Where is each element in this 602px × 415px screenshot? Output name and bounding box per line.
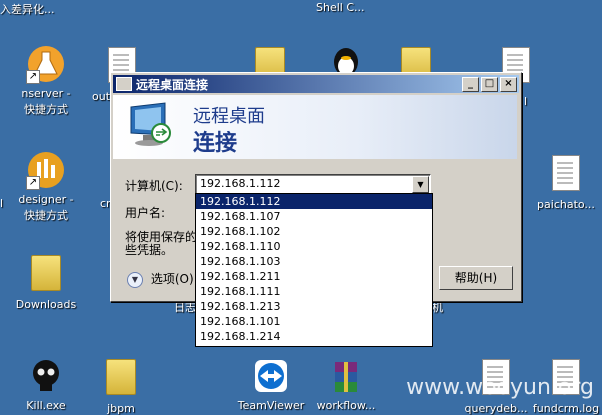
skull-icon — [26, 356, 66, 396]
icon-label: Downloads — [15, 298, 77, 311]
desktop-icon-kill[interactable]: Kill.exe — [8, 356, 84, 412]
icon-label: jbpm — [107, 402, 135, 415]
icon-label: querydeb... — [464, 402, 528, 415]
minimize-button[interactable]: _ — [462, 76, 479, 92]
desktop-icon-downloads[interactable]: Downloads — [8, 252, 84, 311]
dropdown-option[interactable]: 192.168.1.101 — [196, 314, 432, 329]
computer-dropdown-list[interactable]: 192.168.1.112 192.168.1.107 192.168.1.10… — [195, 193, 433, 347]
maximize-button[interactable]: □ — [481, 76, 498, 92]
teamviewer-icon — [251, 356, 291, 396]
desktop-label-fragment: cr — [100, 197, 111, 210]
desktop-label-fragment: l — [0, 197, 4, 210]
dropdown-option[interactable]: 192.168.1.102 — [196, 224, 432, 239]
watermark: www.wooyun.org — [406, 375, 594, 400]
desktop-icon-designer[interactable]: ↗ designer - 快捷方式 — [8, 150, 84, 222]
icon-label: paichato... — [537, 198, 595, 211]
chevron-down-icon[interactable]: ▼ — [412, 176, 429, 193]
icon-label: Kill.exe — [26, 399, 66, 412]
close-button[interactable]: × — [500, 76, 517, 92]
downloads-folder-icon — [26, 255, 66, 295]
desktop-label-fragment: 入差异化... — [0, 3, 55, 16]
desktop-icon-workflow[interactable]: workflow... — [308, 356, 384, 412]
chevron-down-icon: ▼ — [127, 271, 143, 288]
dialog-banner: 远程桌面 连接 — [113, 95, 517, 159]
desktop-icon-paichato[interactable]: paichato... — [528, 152, 602, 211]
icon-label: 快捷方式 — [24, 103, 68, 116]
saved-credentials-text: 些凭据。 — [125, 243, 174, 257]
dropdown-option[interactable]: 192.168.1.107 — [196, 209, 432, 224]
help-button[interactable]: 帮助(H) — [439, 266, 513, 290]
dialog-title: 远程桌面连接 — [136, 77, 209, 92]
computer-label: 计算机(C): — [125, 179, 183, 193]
icon-label: fundcrm.log — [532, 402, 600, 415]
dropdown-option[interactable]: 192.168.1.110 — [196, 239, 432, 254]
options-toggle[interactable]: ▼ 选项(O) — [127, 270, 194, 288]
flask-shortcut-icon: ↗ — [26, 44, 66, 84]
desktop-label-fragment: Shell C... — [316, 1, 365, 14]
document-icon — [546, 155, 586, 195]
desktop-icon-nserver[interactable]: ↗ nserver - 快捷方式 — [8, 44, 84, 116]
designer-shortcut-icon: ↗ — [26, 150, 66, 190]
dropdown-option[interactable]: 192.168.1.214 — [196, 329, 432, 344]
winrar-icon — [326, 356, 366, 396]
options-label: 选项(O) — [150, 272, 194, 286]
icon-label: TeamViewer — [237, 399, 305, 412]
desktop-icon-teamviewer[interactable]: TeamViewer — [233, 356, 309, 412]
dropdown-option[interactable]: 192.168.1.211 — [196, 269, 432, 284]
dialog-titlebar[interactable]: 远程桌面连接 _ □ × — [113, 75, 519, 93]
username-label: 用户名: — [125, 206, 166, 220]
dropdown-option[interactable]: 192.168.1.112 — [196, 194, 432, 209]
dropdown-option[interactable]: 192.168.1.213 — [196, 299, 432, 314]
monitor-icon — [127, 101, 173, 149]
desktop-label-fragment: l — [524, 95, 528, 108]
icon-label: workflow... — [316, 399, 376, 412]
folder-icon — [101, 359, 141, 399]
icon-label: designer - — [18, 193, 74, 206]
icon-label: 快捷方式 — [24, 209, 68, 222]
computer-combobox[interactable]: 192.168.1.112 ▼ — [195, 174, 431, 194]
desktop-icon-jbpm[interactable]: jbpm — [83, 356, 159, 415]
icon-label: nserver - — [21, 87, 71, 100]
dropdown-option[interactable]: 192.168.1.103 — [196, 254, 432, 269]
banner-title-line2: 连接 — [193, 131, 238, 156]
computer-value: 192.168.1.112 — [200, 177, 281, 190]
dropdown-option[interactable]: 192.168.1.111 — [196, 284, 432, 299]
rdp-app-icon — [116, 77, 132, 91]
